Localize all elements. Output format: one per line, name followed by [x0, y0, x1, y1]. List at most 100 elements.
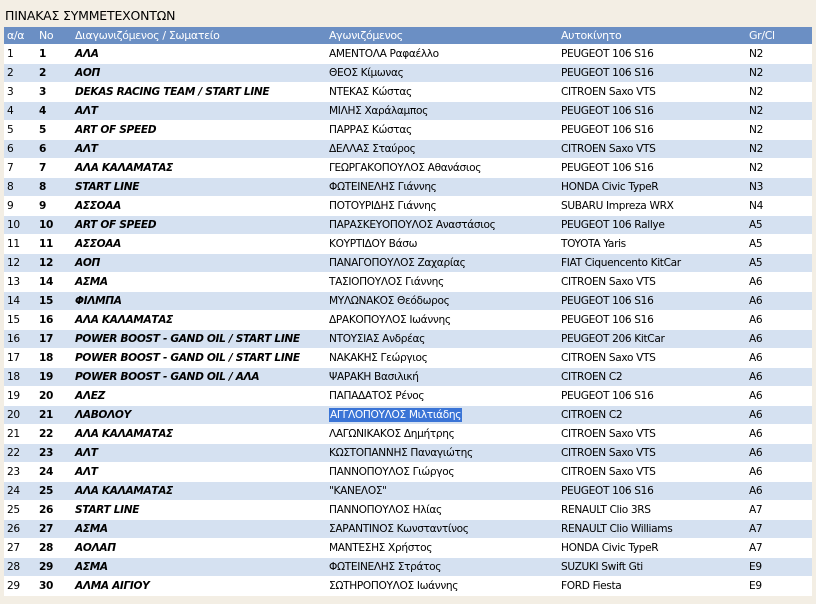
- cell-driver: ΦΩΤΕΙΝΕΛΗΣ Γιάννης: [326, 177, 558, 197]
- cell-class: A6: [746, 291, 812, 311]
- cell-race-number: 22: [36, 424, 72, 444]
- cell-race-number: 8: [36, 177, 72, 197]
- cell-car: CITROEN Saxo VTS: [558, 82, 746, 102]
- cell-team: ΑΛΤ: [72, 462, 326, 482]
- cell-car: PEUGEOT 106 S16: [558, 63, 746, 83]
- cell-driver: ΑΓΓΛΟΠΟΥΛΟΣ Μιλτιάδης: [326, 405, 558, 425]
- cell-team: ΑΣΜΑ: [72, 519, 326, 539]
- cell-team: POWER BOOST - GAND OIL / START LINE: [72, 348, 326, 368]
- table-row: 15 16 ΑΛΑ ΚΑΛΑΜΑΤΑΣ ΔΡΑΚΟΠΟΥΛΟΣ Ιωάννης PEUG…: [4, 310, 812, 330]
- cell-class: A6: [746, 386, 812, 406]
- table-row: 2 2 ΑΟΠ ΘΕΟΣ Κίμωνας PEUGEOT 106 S16 N2: [4, 63, 812, 83]
- cell-car: PEUGEOT 106 S16: [558, 481, 746, 501]
- cell-class: N2: [746, 158, 812, 178]
- cell-class: A6: [746, 424, 812, 444]
- cell-car: RENAULT Clio 3RS: [558, 500, 746, 520]
- table-row: 8 8 START LINE ΦΩΤΕΙΝΕΛΗΣ Γιάννης HONDA Civi…: [4, 177, 812, 197]
- selected-text[interactable]: ΑΓΓΛΟΠΟΥΛΟΣ Μιλτιάδης: [329, 408, 463, 422]
- cell-car: CITROEN Saxo VTS: [558, 139, 746, 159]
- cell-driver: ΓΕΩΡΓΑΚΟΠΟΥΛΟΣ Αθανάσιος: [326, 158, 558, 178]
- table-row: 4 4 ΑΛΤ ΜΙΛΗΣ Χαράλαμπος PEUGEOT 106 S16 N2: [4, 101, 812, 121]
- cell-aa: 26: [4, 519, 36, 539]
- cell-team: ΑΛΑ ΚΑΛΑΜΑΤΑΣ: [72, 310, 326, 330]
- cell-car: CITROEN C2: [558, 405, 746, 425]
- cell-race-number: 25: [36, 481, 72, 501]
- table-row: 20 21 ΛΑΒΟΛΟΥ ΑΓΓΛΟΠΟΥΛΟΣ Μιλτιάδης CITROEN …: [4, 405, 812, 425]
- cell-race-number: 28: [36, 538, 72, 558]
- cell-class: A7: [746, 538, 812, 558]
- cell-aa: 15: [4, 310, 36, 330]
- cell-race-number: 16: [36, 310, 72, 330]
- cell-class: N2: [746, 139, 812, 159]
- cell-class: A6: [746, 348, 812, 368]
- column-header-class: Gr/Cl: [746, 27, 812, 45]
- cell-aa: 10: [4, 215, 36, 235]
- cell-team: ΑΛΜΑ ΑΙΓΙΟΥ: [72, 576, 326, 596]
- table-row: 27 28 ΑΟΛΑΠ ΜΑΝΤΕΣΗΣ Χρήστος HONDA Civic Typ…: [4, 538, 812, 558]
- cell-race-number: 21: [36, 405, 72, 425]
- table-row: 5 5 ART OF SPEED ΠΑΡΡΑΣ Κώστας PEUGEOT 106 S…: [4, 120, 812, 140]
- cell-driver: ΔΕΛΛΑΣ Σταύρος: [326, 139, 558, 159]
- cell-driver: ΚΩΣΤΟΠΑΝΝΗΣ Παναγιώτης: [326, 443, 558, 463]
- table-row: 1 1 ΑΛΑ ΑΜΕΝΤΟΛΑ Ραφαέλλο PEUGEOT 106 S16 N2: [4, 44, 812, 64]
- table-header-row: α/α Νο Διαγωνιζόμενος / Σωματείο Αγωνιζό…: [4, 27, 812, 45]
- cell-car: RENAULT Clio Williams: [558, 519, 746, 539]
- cell-team: ΛΑΒΟΛΟΥ: [72, 405, 326, 425]
- cell-car: CITROEN Saxo VTS: [558, 424, 746, 444]
- entries-table: α/α Νο Διαγωνιζόμενος / Σωματείο Αγωνιζό…: [4, 27, 812, 596]
- cell-driver: ΜΑΝΤΕΣΗΣ Χρήστος: [326, 538, 558, 558]
- cell-class: A6: [746, 481, 812, 501]
- cell-aa: 6: [4, 139, 36, 159]
- cell-aa: 24: [4, 481, 36, 501]
- cell-class: A6: [746, 462, 812, 482]
- cell-driver: ΦΩΤΕΙΝΕΛΗΣ Στράτος: [326, 557, 558, 577]
- cell-car: PEUGEOT 206 KitCar: [558, 329, 746, 349]
- cell-race-number: 9: [36, 196, 72, 216]
- cell-race-number: 15: [36, 291, 72, 311]
- cell-car: PEUGEOT 106 S16: [558, 120, 746, 140]
- cell-team: ΑΛΕΖ: [72, 386, 326, 406]
- column-header-car: Αυτοκίνητο: [558, 27, 746, 45]
- cell-race-number: 7: [36, 158, 72, 178]
- cell-driver: ΠΑΡΑΣΚΕΥΟΠΟΥΛΟΣ Αναστάσιος: [326, 215, 558, 235]
- cell-aa: 8: [4, 177, 36, 197]
- cell-race-number: 24: [36, 462, 72, 482]
- cell-aa: 27: [4, 538, 36, 558]
- cell-race-number: 20: [36, 386, 72, 406]
- cell-aa: 7: [4, 158, 36, 178]
- table-row: 16 17 POWER BOOST - GAND OIL / START LINE Ν…: [4, 329, 812, 349]
- cell-team: ΑΟΠ: [72, 63, 326, 83]
- cell-class: N2: [746, 63, 812, 83]
- cell-driver: ΠΑΠΑΔΑΤΟΣ Ρένος: [326, 386, 558, 406]
- cell-class: N2: [746, 101, 812, 121]
- table-row: 11 11 ΑΣΣΟΑΑ ΚΟΥΡΤΙΔΟΥ Βάσω TOYOTA Yaris A5: [4, 234, 812, 254]
- table-row: 22 23 ΑΛΤ ΚΩΣΤΟΠΑΝΝΗΣ Παναγιώτης CITROEN Sax…: [4, 443, 812, 463]
- cell-driver: ΝΤΟΥΣΙΑΣ Ανδρέας: [326, 329, 558, 349]
- cell-aa: 22: [4, 443, 36, 463]
- cell-driver: ΠΟΤΟΥΡΙΔΗΣ Γιάννης: [326, 196, 558, 216]
- cell-driver: ΠΑΝΑΓΟΠΟΥΛΟΣ Ζαχαρίας: [326, 253, 558, 273]
- table-row: 25 26 START LINE ΠΑΝΝΟΠΟΥΛΟΣ Ηλίας RENAULT C…: [4, 500, 812, 520]
- cell-class: N2: [746, 44, 812, 64]
- cell-aa: 17: [4, 348, 36, 368]
- cell-class: A6: [746, 443, 812, 463]
- cell-race-number: 11: [36, 234, 72, 254]
- cell-race-number: 19: [36, 367, 72, 387]
- page-title: ΠΙΝΑΚΑΣ ΣΥΜΜΕΤΕΧΟΝΤΩΝ: [5, 8, 176, 23]
- cell-car: PEUGEOT 106 S16: [558, 291, 746, 311]
- cell-race-number: 29: [36, 557, 72, 577]
- cell-class: A6: [746, 367, 812, 387]
- cell-driver: ΑΜΕΝΤΟΛΑ Ραφαέλλο: [326, 44, 558, 64]
- cell-aa: 18: [4, 367, 36, 387]
- table-row: 10 10 ART OF SPEED ΠΑΡΑΣΚΕΥΟΠΟΥΛΟΣ Αναστάσι…: [4, 215, 812, 235]
- cell-aa: 19: [4, 386, 36, 406]
- cell-aa: 12: [4, 253, 36, 273]
- table-row: 18 19 POWER BOOST - GAND OIL / ΑΛΑ ΨΑΡΑΚΗ Β…: [4, 367, 812, 387]
- cell-class: A7: [746, 519, 812, 539]
- cell-race-number: 26: [36, 500, 72, 520]
- cell-team: ΑΛΤ: [72, 139, 326, 159]
- cell-race-number: 3: [36, 82, 72, 102]
- cell-car: FIAT Ciquencento KitCar: [558, 253, 746, 273]
- cell-aa: 16: [4, 329, 36, 349]
- cell-class: A5: [746, 253, 812, 273]
